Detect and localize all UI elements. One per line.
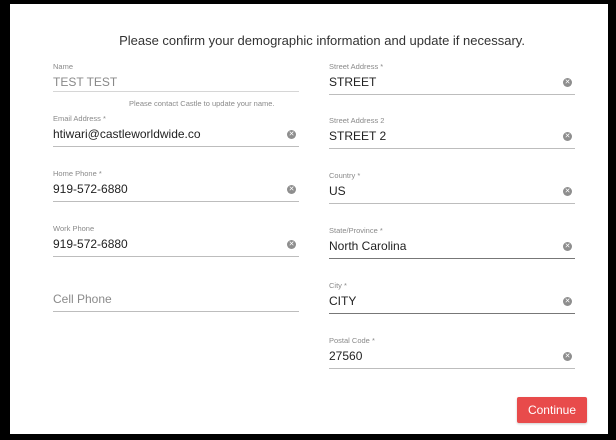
street2-underline — [329, 148, 575, 149]
city-field[interactable]: City * CITY ✕ — [329, 281, 575, 314]
street-field[interactable]: Street Address * STREET ✕ — [329, 62, 575, 95]
close-circle-icon[interactable]: ✕ — [563, 78, 572, 87]
home-phone-label: Home Phone * — [53, 169, 102, 178]
email-field[interactable]: Email Address * htiwari@castleworldwide.… — [53, 114, 299, 147]
name-label: Name — [53, 62, 74, 71]
state-label: State/Province * — [329, 226, 383, 235]
street-underline — [329, 94, 575, 95]
page-title: Please confirm your demographic informat… — [119, 33, 525, 48]
country-field[interactable]: Country * US ✕ — [329, 171, 575, 204]
email-input[interactable]: htiwari@castleworldwide.co — [53, 127, 299, 141]
work-phone-field[interactable]: Work Phone 919-572-6880 ✕ — [53, 224, 299, 257]
close-circle-icon[interactable]: ✕ — [563, 187, 572, 196]
city-input[interactable]: CITY — [329, 294, 575, 308]
continue-button[interactable]: Continue — [517, 397, 587, 423]
name-underline — [53, 91, 299, 92]
cell-phone-field[interactable]: Cell Phone — [53, 292, 299, 312]
postal-label: Postal Code * — [329, 336, 375, 345]
postal-field[interactable]: Postal Code * 27560 ✕ — [329, 336, 575, 369]
postal-underline — [329, 368, 575, 369]
close-circle-icon[interactable]: ✕ — [563, 352, 572, 361]
email-underline — [53, 146, 299, 147]
email-label: Email Address * — [53, 114, 106, 123]
street2-input[interactable]: STREET 2 — [329, 129, 575, 143]
work-phone-input[interactable]: 919-572-6880 — [53, 237, 299, 251]
city-label: City * — [329, 281, 347, 290]
country-label: Country * — [329, 171, 361, 180]
street2-field[interactable]: Street Address 2 STREET 2 ✕ — [329, 116, 575, 149]
close-circle-icon[interactable]: ✕ — [287, 185, 296, 194]
state-select[interactable]: North Carolina — [329, 239, 575, 253]
state-field[interactable]: State/Province * North Carolina ✕ — [329, 226, 575, 259]
street2-label: Street Address 2 — [329, 116, 385, 125]
home-phone-input[interactable]: 919-572-6880 — [53, 182, 299, 196]
close-circle-icon[interactable]: ✕ — [563, 132, 572, 141]
work-phone-underline — [53, 256, 299, 257]
cell-phone-input[interactable]: Cell Phone — [53, 292, 299, 306]
name-note: Please contact Castle to update your nam… — [129, 99, 275, 108]
home-phone-field[interactable]: Home Phone * 919-572-6880 ✕ — [53, 169, 299, 202]
country-underline — [329, 203, 575, 204]
city-underline — [329, 313, 575, 314]
state-underline — [329, 258, 575, 259]
name-field: Name TEST TEST — [53, 62, 299, 92]
home-phone-underline — [53, 201, 299, 202]
country-select[interactable]: US — [329, 184, 575, 198]
close-circle-icon[interactable]: ✕ — [287, 130, 296, 139]
close-circle-icon[interactable]: ✕ — [563, 242, 572, 251]
work-phone-label: Work Phone — [53, 224, 95, 233]
postal-input[interactable]: 27560 — [329, 349, 575, 363]
close-circle-icon[interactable]: ✕ — [563, 297, 572, 306]
name-value: TEST TEST — [53, 75, 118, 89]
street-label: Street Address * — [329, 62, 384, 71]
close-circle-icon[interactable]: ✕ — [287, 240, 296, 249]
street-input[interactable]: STREET — [329, 75, 575, 89]
cell-phone-underline — [53, 311, 299, 312]
